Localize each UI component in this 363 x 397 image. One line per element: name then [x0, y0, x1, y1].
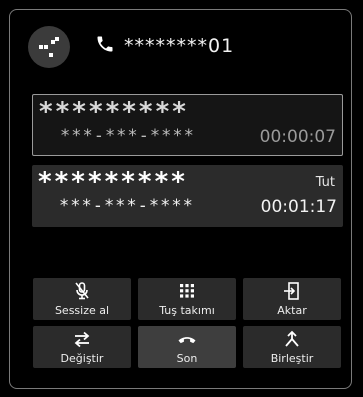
hang-up-icon: [178, 337, 196, 344]
header-caller-number: ********01: [124, 35, 235, 57]
call-timer: 00:00:07: [259, 127, 336, 147]
end-call-button[interactable]: Son: [138, 326, 236, 368]
active-call-card[interactable]: ********* ***-***-**** 00:00:07: [32, 94, 343, 156]
caller-number: ***-***-****: [60, 126, 195, 146]
swap-arrows-icon: [74, 331, 90, 348]
merge-label: Birleştir: [270, 352, 314, 365]
swap-label: Değiştir: [60, 352, 104, 365]
caller-number: ***-***-****: [59, 196, 194, 216]
merge-calls-icon: [285, 330, 299, 347]
caller-name: *********: [38, 97, 188, 127]
call-timer: 00:01:17: [260, 197, 337, 217]
merge-button[interactable]: Birleştir: [243, 326, 341, 368]
phone-icon: [97, 36, 113, 52]
keypad-button[interactable]: Tuş takımı: [138, 278, 236, 320]
transfer-button[interactable]: Aktar: [243, 278, 341, 320]
transfer-label: Aktar: [277, 304, 307, 317]
keypad-label: Tuş takımı: [159, 304, 215, 317]
caller-name: *********: [37, 167, 187, 197]
mute-label: Sessize al: [54, 304, 110, 317]
hold-status-label: Tut: [315, 175, 335, 190]
contact-avatar-icon: [28, 26, 70, 68]
mic-mute-icon: [75, 282, 89, 300]
mute-button[interactable]: Sessize al: [33, 278, 131, 320]
held-call-card[interactable]: ********* Tut ***-***-**** 00:01:17: [32, 165, 343, 227]
transfer-icon: [284, 282, 299, 300]
end-call-label: Son: [176, 352, 198, 365]
keypad-icon: [180, 284, 194, 298]
swap-button[interactable]: Değiştir: [33, 326, 131, 368]
